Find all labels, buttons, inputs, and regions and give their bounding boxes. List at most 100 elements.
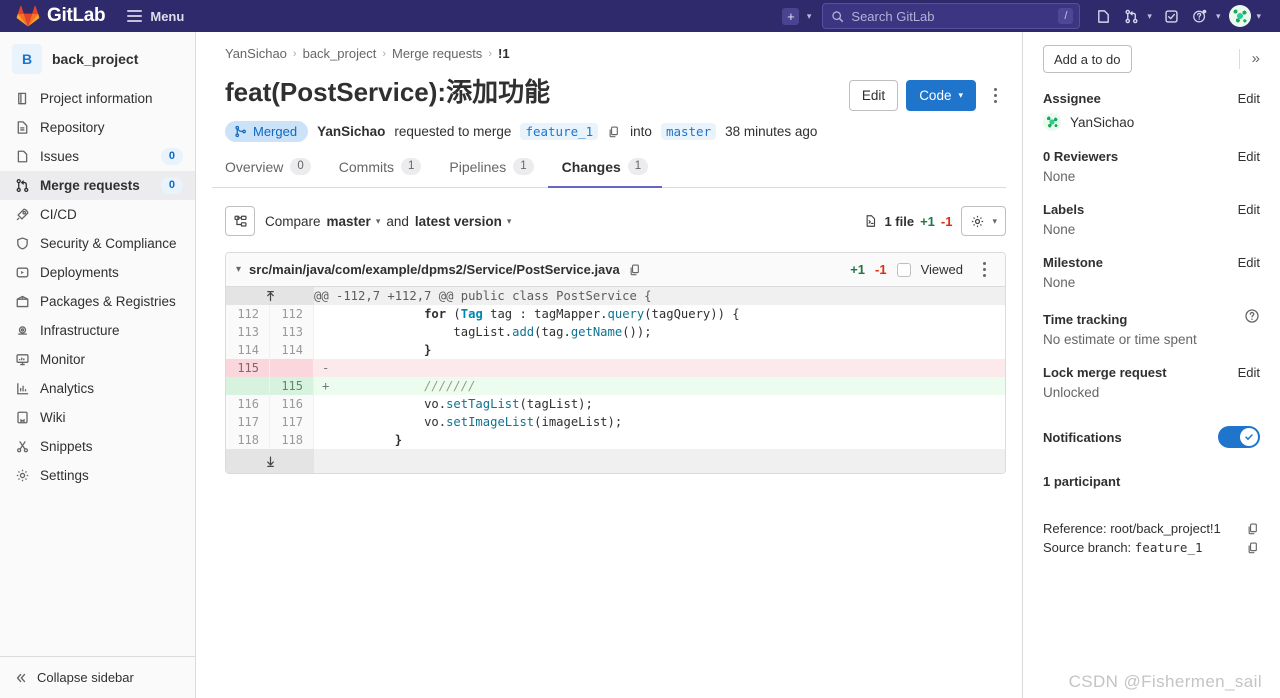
viewed-label[interactable]: Viewed	[921, 262, 963, 277]
user-chevron-down-icon[interactable]: ▾	[1255, 11, 1266, 22]
sidebar-item-ci-cd[interactable]: CI/CD	[0, 200, 195, 229]
file-tree-icon[interactable]	[225, 206, 255, 236]
issues-icon[interactable]	[1090, 3, 1116, 29]
gear-icon	[972, 215, 984, 227]
mr-author[interactable]: YanSichao	[317, 124, 385, 139]
search-input[interactable]: Search GitLab /	[822, 3, 1081, 29]
sidebar-item-settings[interactable]: Settings	[0, 461, 195, 490]
tab-changes[interactable]: Changes 1	[547, 158, 663, 188]
old-line-number[interactable]: 112	[226, 305, 270, 323]
lock-edit-button[interactable]: Edit	[1238, 365, 1260, 380]
breadcrumb-item-yansichao[interactable]: YanSichao	[225, 46, 287, 61]
help-chevron-down-icon[interactable]: ▾	[1215, 11, 1226, 22]
new-line-number[interactable]: 114	[270, 341, 314, 359]
page-title: feat(PostService):添加功能	[225, 77, 551, 107]
diff-line-removed[interactable]: 115 -	[226, 359, 1005, 377]
sidebar-item-project-information[interactable]: Project information	[0, 84, 195, 113]
new-line-number[interactable]: 115	[270, 377, 314, 395]
add-todo-button[interactable]: Add a to do	[1043, 45, 1132, 73]
old-line-number[interactable]: 114	[226, 341, 270, 359]
notifications-toggle[interactable]	[1218, 426, 1260, 448]
tab-pipelines[interactable]: Pipelines 1	[435, 158, 547, 188]
issues-icon	[14, 149, 30, 165]
labels-edit-button[interactable]: Edit	[1238, 202, 1260, 217]
breadcrumb-item-back-project[interactable]: back_project	[303, 46, 377, 61]
old-line-number[interactable]: 113	[226, 323, 270, 341]
copy-source-branch-icon[interactable]	[1246, 541, 1260, 555]
old-line-number[interactable]: 117	[226, 413, 270, 431]
sidebar-item-infrastructure[interactable]: Infrastructure	[0, 316, 195, 345]
diff-line-context[interactable]: 117 117 vo.setImageList(imageList);	[226, 413, 1005, 431]
copy-reference-icon[interactable]	[1246, 522, 1260, 536]
help-icon[interactable]	[1187, 3, 1213, 29]
sidebar-item-issues[interactable]: Issues 0	[0, 142, 195, 171]
old-line-number[interactable]: 118	[226, 431, 270, 449]
assignee-edit-button[interactable]: Edit	[1238, 91, 1260, 106]
diff-file-more-button[interactable]	[973, 256, 995, 284]
expand-down-button[interactable]	[226, 449, 314, 473]
old-line-number[interactable]	[226, 377, 270, 395]
diff-expand-footer	[226, 449, 1005, 473]
compare-base-dropdown[interactable]: master ▾	[327, 214, 381, 229]
sidebar-item-merge-requests[interactable]: Merge requests 0	[0, 171, 195, 200]
todos-icon[interactable]	[1159, 3, 1185, 29]
user-menu-button[interactable]	[1227, 3, 1253, 29]
code-button[interactable]: Code ▾	[906, 80, 976, 111]
new-line-number[interactable]: 112	[270, 305, 314, 323]
viewed-checkbox[interactable]	[896, 262, 911, 277]
assignee-user[interactable]: YanSichao	[1043, 106, 1260, 131]
diff-file-path[interactable]: src/main/java/com/example/dpms2/Service/…	[249, 262, 620, 277]
project-header[interactable]: B back_project	[0, 32, 195, 84]
target-branch-chip[interactable]: master	[660, 123, 717, 140]
sidebar-item-wiki[interactable]: Wiki	[0, 403, 195, 432]
copy-file-path-icon[interactable]	[628, 263, 642, 277]
reviewers-edit-button[interactable]: Edit	[1238, 149, 1260, 164]
new-line-number[interactable]	[270, 359, 314, 377]
tab-commits[interactable]: Commits 1	[325, 158, 436, 188]
new-line-number[interactable]: 117	[270, 413, 314, 431]
diff-line-context[interactable]: 112 112 for (Tag tag : tagMapper.query(t…	[226, 305, 1005, 323]
gitlab-logo[interactable]: GitLab	[16, 4, 106, 28]
sidebar-item-security-compliance[interactable]: Security & Compliance	[0, 229, 195, 258]
sidebar-item-deployments[interactable]: Deployments	[0, 258, 195, 287]
diff-line-added[interactable]: 115 + ///////	[226, 377, 1005, 395]
status-badge: Merged	[225, 121, 309, 142]
sidebar-item-snippets[interactable]: Snippets	[0, 432, 195, 461]
merge-requests-chevron-down-icon[interactable]: ▾	[1146, 11, 1157, 22]
menu-label: Menu	[150, 8, 185, 24]
source-branch-chip[interactable]: feature_1	[520, 123, 599, 140]
new-item-chevron-down-icon[interactable]: ▾	[806, 11, 817, 22]
new-line-number[interactable]: 118	[270, 431, 314, 449]
sidebar-item-repository[interactable]: Repository	[0, 113, 195, 142]
diff-line-sign	[314, 431, 336, 449]
collapse-sidebar-button[interactable]: Collapse sidebar	[0, 656, 195, 698]
diff-line-context[interactable]: 114 114 }	[226, 341, 1005, 359]
old-line-number[interactable]: 116	[226, 395, 270, 413]
diff-line-context[interactable]: 116 116 vo.setTagList(tagList);	[226, 395, 1005, 413]
new-line-number[interactable]: 116	[270, 395, 314, 413]
expand-up-button[interactable]	[226, 287, 314, 305]
sidebar-item-label: CI/CD	[40, 207, 77, 222]
tab-overview[interactable]: Overview 0	[225, 158, 325, 188]
main-menu-button[interactable]: Menu	[127, 9, 184, 24]
chevron-double-right-icon[interactable]: »	[1238, 49, 1260, 69]
sidebar-item-monitor[interactable]: Monitor	[0, 345, 195, 374]
sidebar-item-packages-registries[interactable]: Packages & Registries	[0, 287, 195, 316]
compare-version-dropdown[interactable]: latest version ▾	[415, 214, 512, 229]
diff-line-context[interactable]: 118 118 }	[226, 431, 1005, 449]
copy-branch-icon[interactable]	[607, 125, 621, 139]
mr-into-text: into	[630, 124, 652, 139]
breadcrumb-item-merge-requests[interactable]: Merge requests	[392, 46, 482, 61]
diff-settings-button[interactable]: ▾	[961, 206, 1006, 236]
more-actions-button[interactable]	[984, 82, 1006, 110]
milestone-edit-button[interactable]: Edit	[1238, 255, 1260, 270]
edit-button[interactable]: Edit	[848, 80, 899, 111]
new-line-number[interactable]: 113	[270, 323, 314, 341]
new-item-button[interactable]: +	[778, 3, 804, 29]
chevron-down-icon[interactable]: ▾	[236, 264, 241, 275]
diff-line-context[interactable]: 113 113 tagList.add(tag.getName());	[226, 323, 1005, 341]
merge-requests-icon[interactable]	[1118, 3, 1144, 29]
old-line-number[interactable]: 115	[226, 359, 270, 377]
sidebar-item-analytics[interactable]: Analytics	[0, 374, 195, 403]
question-circle-icon[interactable]	[1244, 308, 1260, 324]
